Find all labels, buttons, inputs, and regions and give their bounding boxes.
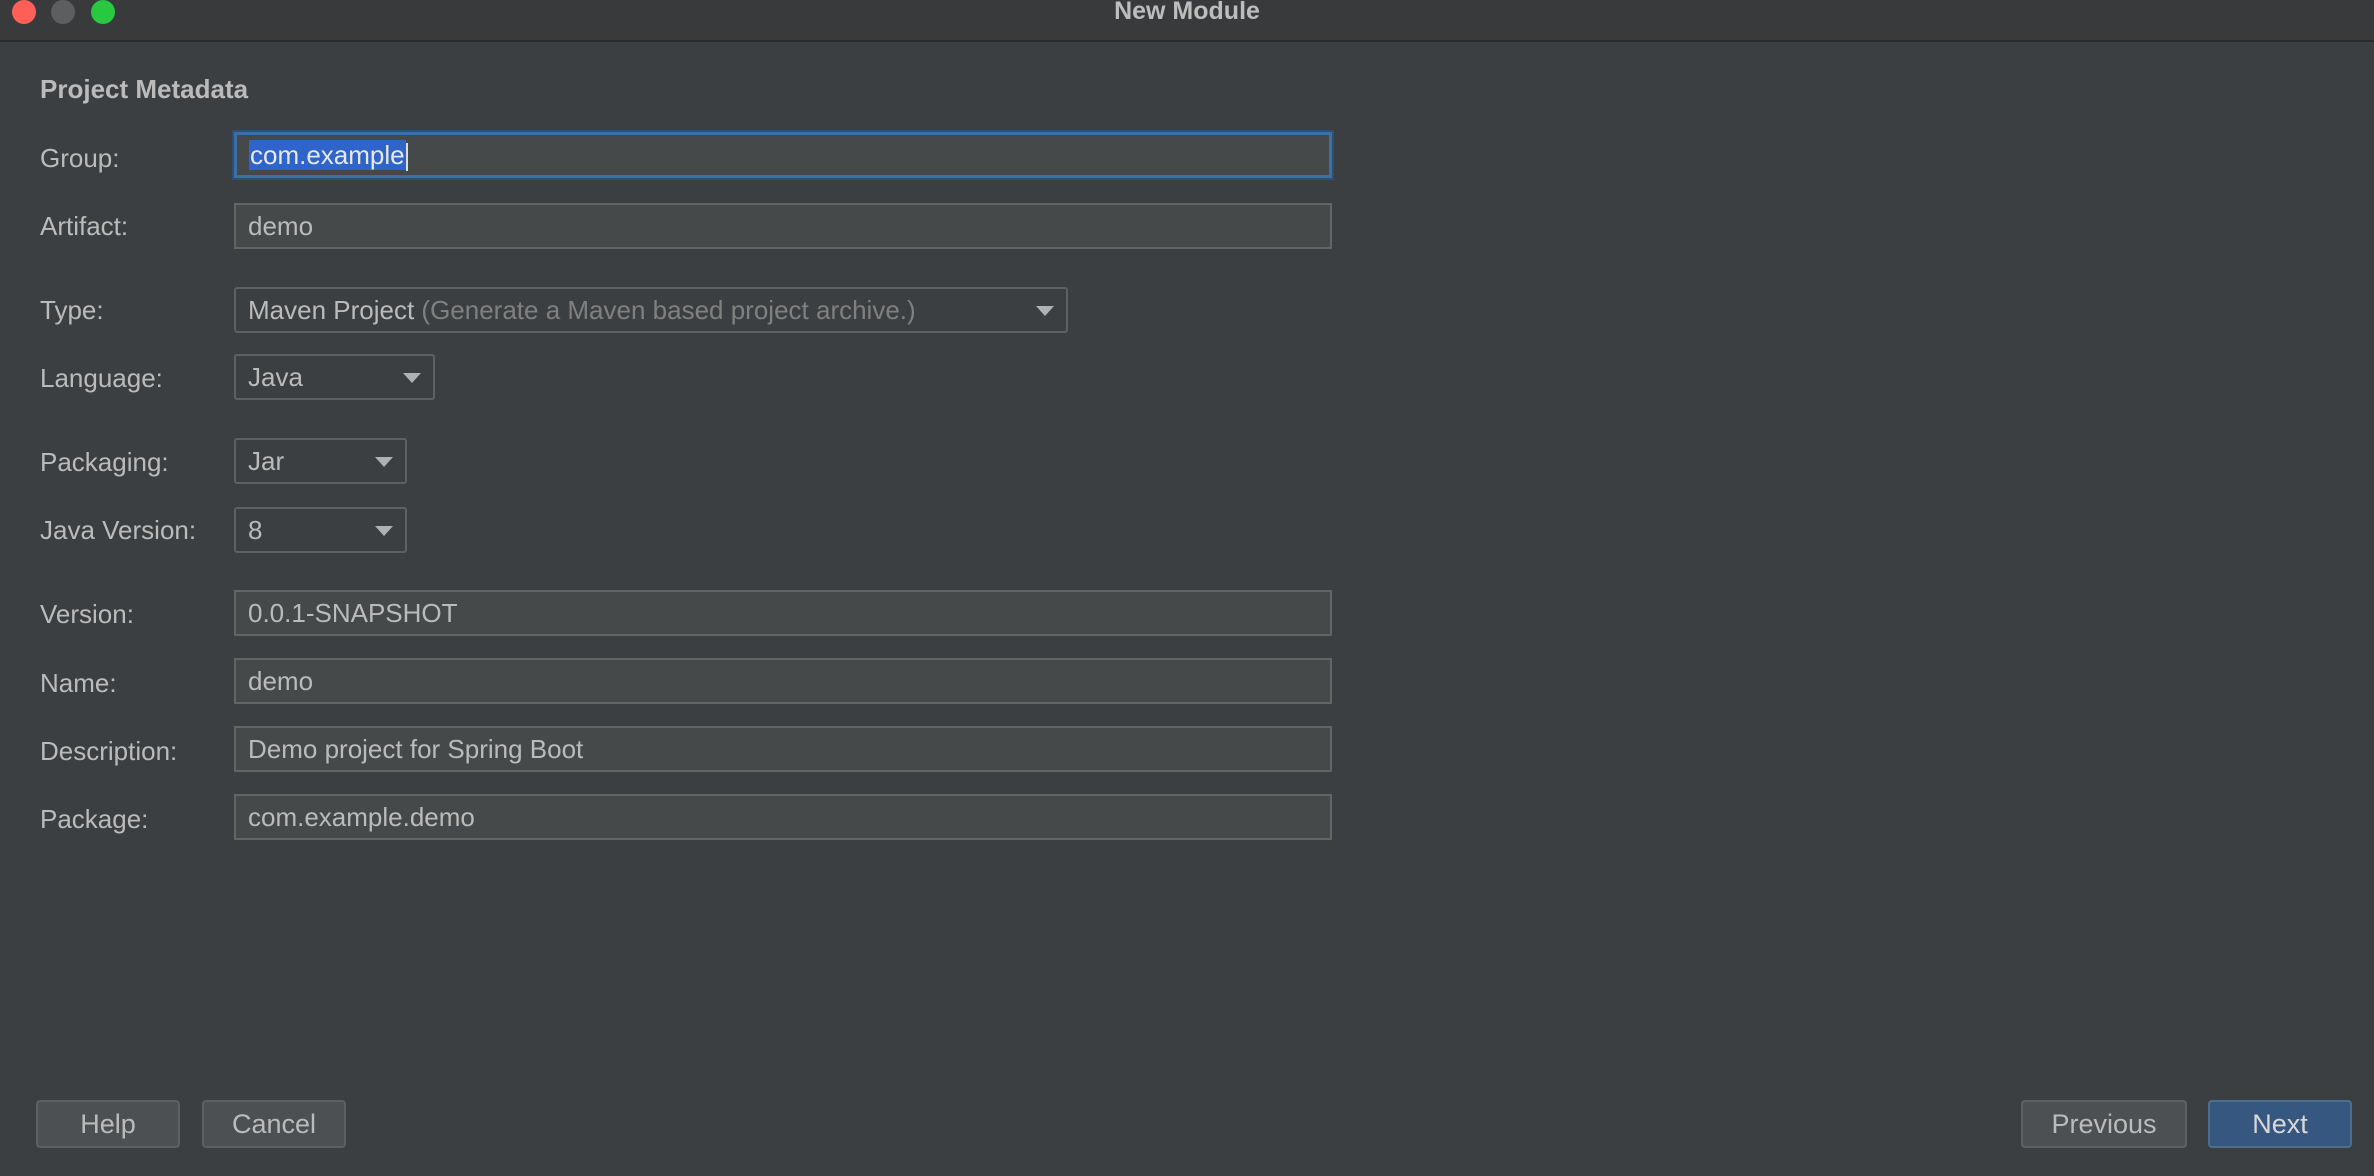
java-version-dropdown-value: 8 bbox=[248, 515, 263, 545]
group-input[interactable]: com.example bbox=[234, 132, 1332, 178]
chevron-down-icon bbox=[375, 526, 393, 536]
packaging-dropdown[interactable]: Jar bbox=[234, 438, 407, 484]
artifact-input[interactable]: demo bbox=[234, 203, 1332, 249]
description-input[interactable]: Demo project for Spring Boot bbox=[234, 726, 1332, 772]
type-dropdown[interactable]: Maven Project (Generate a Maven based pr… bbox=[234, 287, 1068, 333]
packaging-label: Packaging: bbox=[40, 447, 169, 477]
package-input[interactable]: com.example.demo bbox=[234, 794, 1332, 840]
group-label: Group: bbox=[40, 143, 120, 173]
packaging-dropdown-value: Jar bbox=[248, 446, 285, 476]
version-label: Version: bbox=[40, 599, 134, 629]
previous-button[interactable]: Previous bbox=[2021, 1100, 2187, 1148]
name-label: Name: bbox=[40, 668, 117, 698]
artifact-label: Artifact: bbox=[40, 211, 129, 241]
chevron-down-icon bbox=[1036, 306, 1054, 316]
description-label: Description: bbox=[40, 736, 178, 766]
type-label: Type: bbox=[40, 295, 104, 325]
help-button[interactable]: Help bbox=[36, 1100, 180, 1148]
language-dropdown[interactable]: Java bbox=[234, 354, 435, 400]
title-bar: New Module bbox=[0, 0, 2374, 42]
package-label: Package: bbox=[40, 804, 149, 834]
chevron-down-icon bbox=[375, 457, 393, 467]
text-caret bbox=[405, 143, 408, 172]
name-input[interactable]: demo bbox=[234, 658, 1332, 704]
language-dropdown-value: Java bbox=[248, 362, 303, 392]
type-dropdown-hint: (Generate a Maven based project archive.… bbox=[421, 295, 916, 325]
java-version-label: Java Version: bbox=[40, 515, 197, 545]
group-input-value: com.example bbox=[249, 140, 406, 170]
version-input[interactable]: 0.0.1-SNAPSHOT bbox=[234, 590, 1332, 636]
language-label: Language: bbox=[40, 363, 163, 393]
type-dropdown-value: Maven Project bbox=[248, 295, 415, 325]
section-title: Project Metadata bbox=[40, 74, 249, 104]
cancel-button[interactable]: Cancel bbox=[202, 1100, 346, 1148]
window-title: New Module bbox=[1114, 0, 1260, 25]
new-module-dialog: New Module Project Metadata Group: com.e… bbox=[0, 0, 2374, 1176]
java-version-dropdown[interactable]: 8 bbox=[234, 507, 407, 553]
next-button[interactable]: Next bbox=[2208, 1100, 2352, 1148]
chevron-down-icon bbox=[403, 373, 421, 383]
